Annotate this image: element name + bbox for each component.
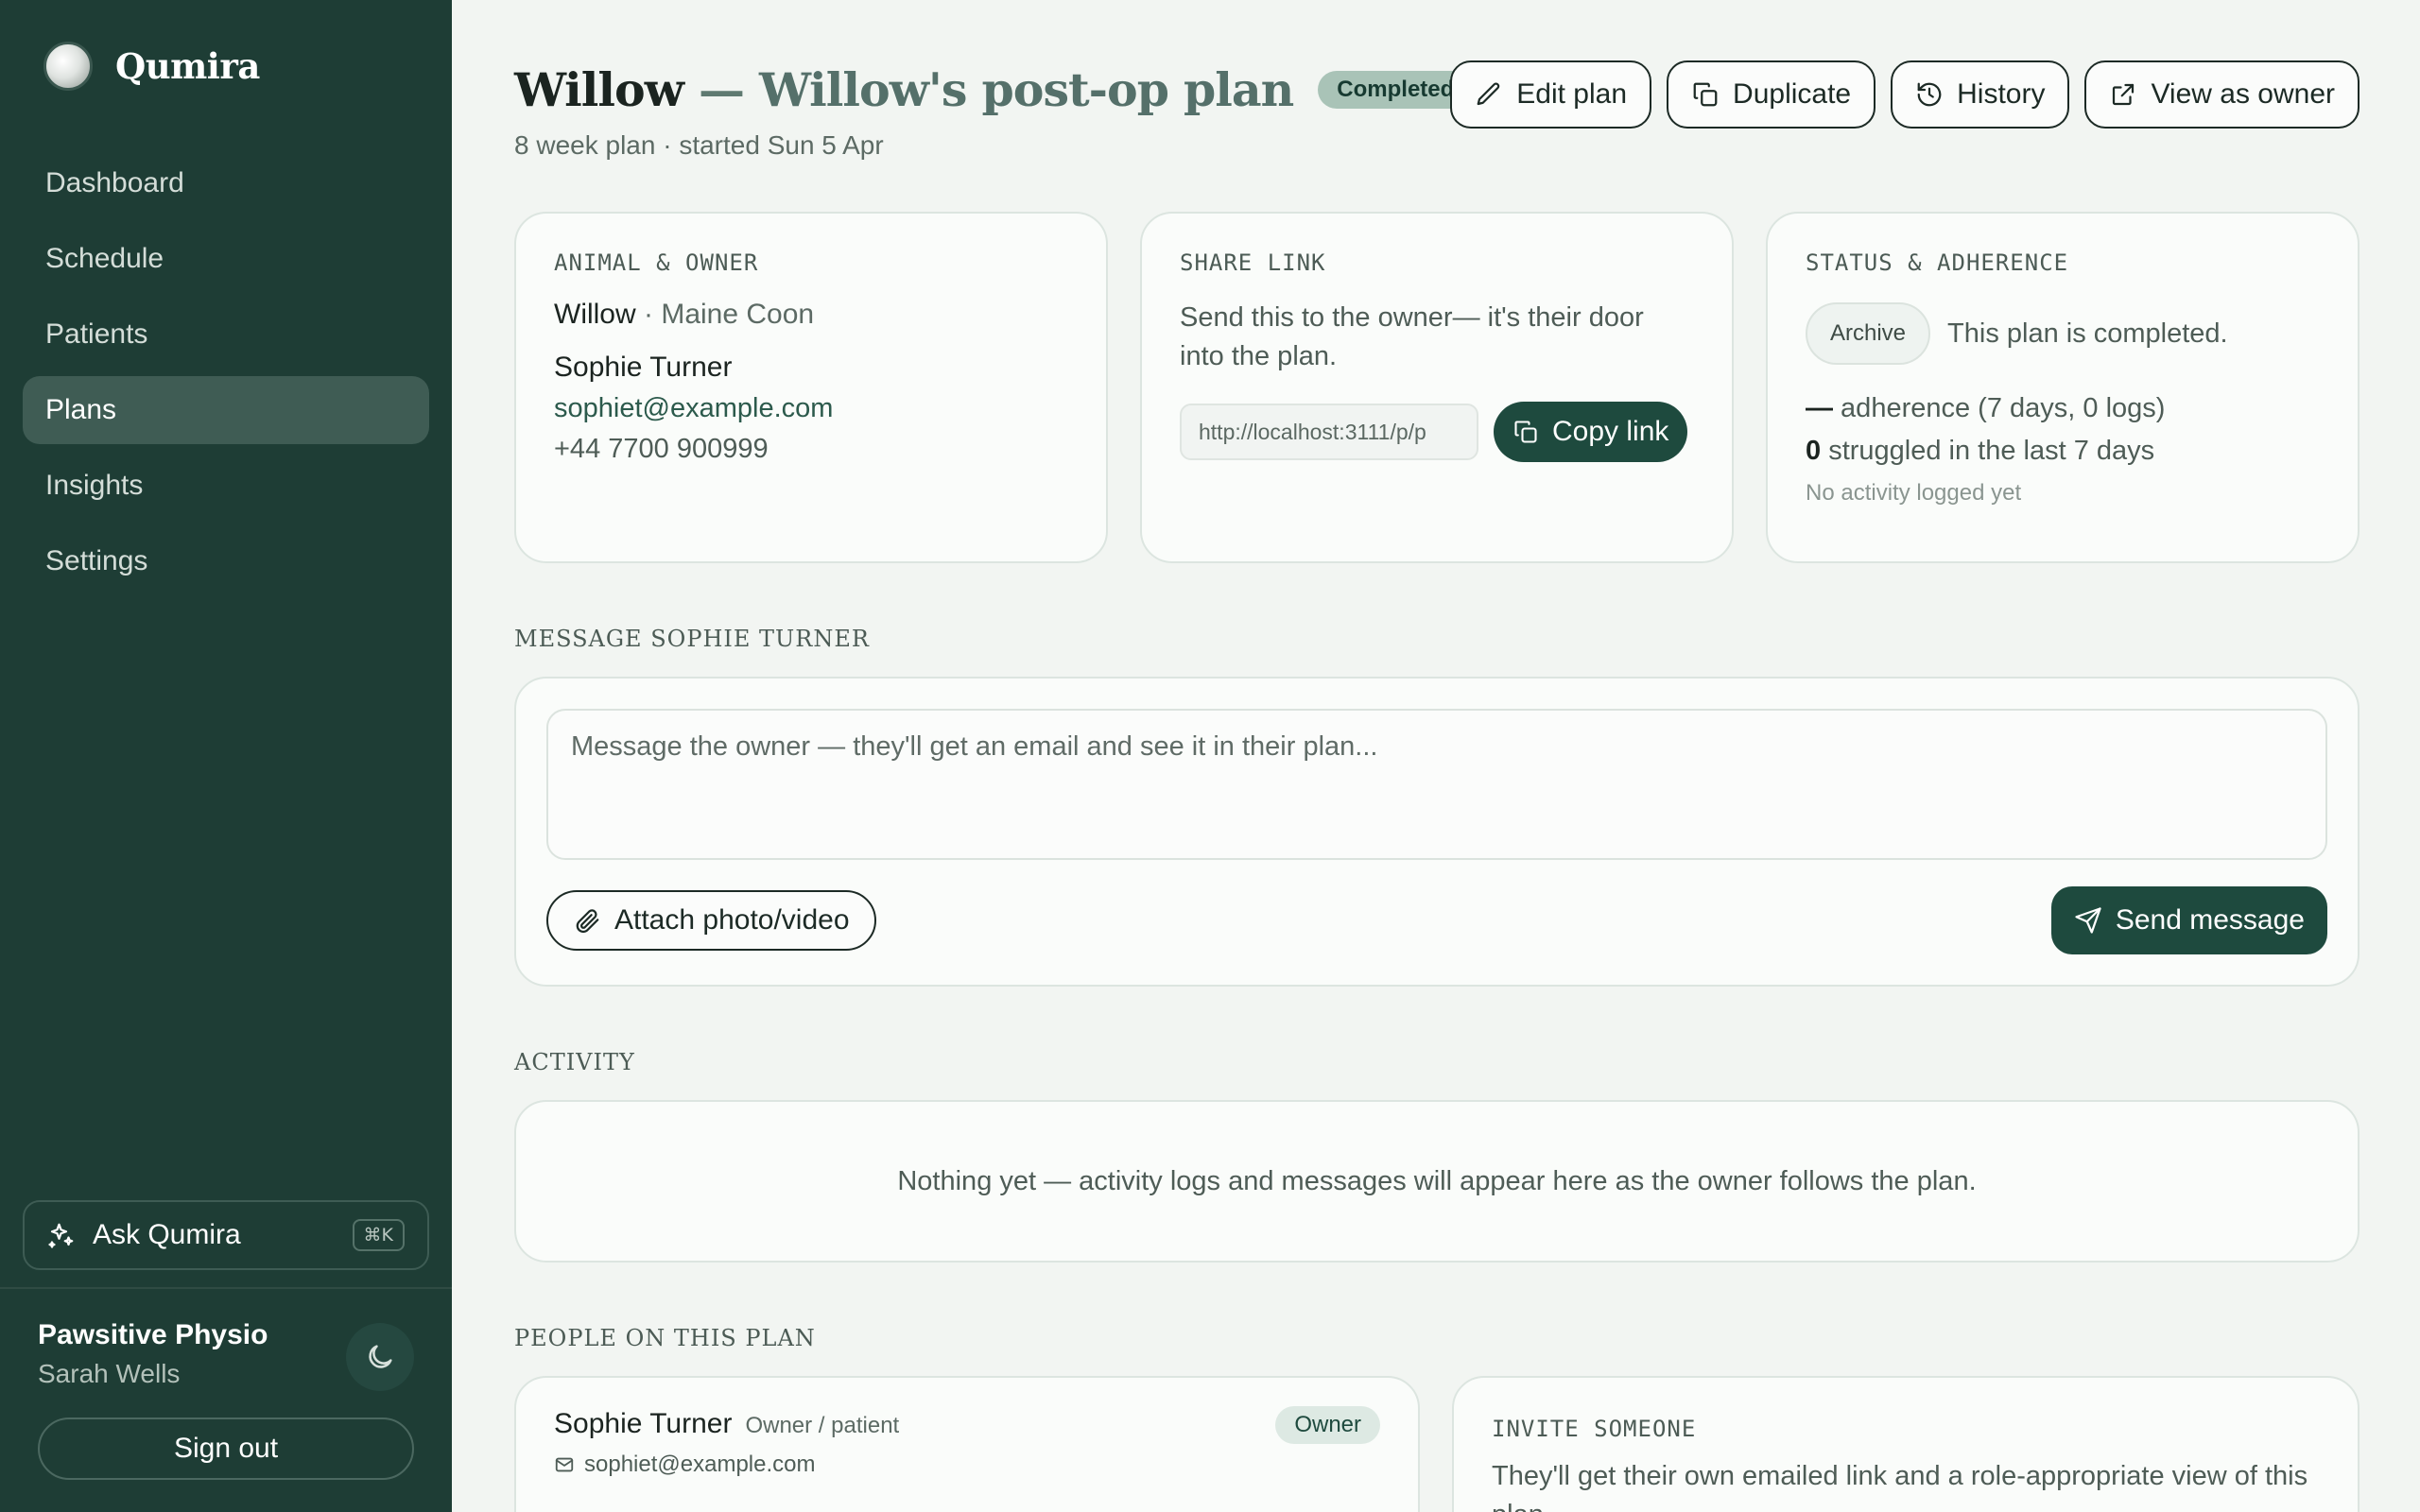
message-card: Message the owner — they'll get an email… — [514, 677, 2360, 987]
ask-shortcut-badge: ⌘K — [352, 1219, 405, 1251]
pencil-icon — [1475, 80, 1503, 109]
mail-icon — [554, 1454, 575, 1475]
owner-role-badge: Owner — [1275, 1406, 1380, 1444]
status-adherence-label: STATUS & ADHERENCE — [1806, 249, 2069, 276]
sidebar-item-dashboard[interactable]: Dashboard — [23, 149, 429, 217]
adherence-text: adherence (7 days, 0 logs) — [1833, 393, 2166, 423]
page-subtitle: 8 week plan · started Sun 5 Apr — [514, 130, 884, 160]
message-section-label: MESSAGE SOPHIE TURNER — [514, 626, 870, 652]
ask-qumira-button[interactable]: Ask Qumira ⌘K — [23, 1200, 429, 1270]
status-text: This plan is completed. — [1947, 318, 2228, 349]
sidebar-item-plans[interactable]: Plans — [23, 376, 429, 444]
struggled-value: 0 — [1806, 436, 1822, 466]
sign-out-button[interactable]: Sign out — [38, 1418, 414, 1480]
animal-owner-card: ANIMAL & OWNER Willow · Maine Coon Sophi… — [514, 212, 1108, 563]
sidebar-divider — [0, 1287, 452, 1289]
send-icon — [2074, 906, 2102, 935]
adherence-value: — — [1806, 393, 1833, 423]
message-input[interactable]: Message the owner — they'll get an email… — [546, 709, 2327, 860]
external-link-icon — [2109, 80, 2137, 109]
share-link-row: http://localhost:3111/p/p Copy link — [1180, 402, 1694, 463]
copy-icon — [1691, 80, 1720, 109]
activity-card: Nothing yet — activity logs and messages… — [514, 1100, 2360, 1263]
header-actions: Edit plan Duplicate History View as owne… — [1450, 60, 2360, 129]
sidebar-item-patients[interactable]: Patients — [23, 301, 429, 369]
page-header: Willow — Willow's post-op plan Completed — [514, 62, 1474, 117]
history-icon — [1915, 80, 1944, 109]
people-section-label: PEOPLE ON THIS PLAN — [514, 1325, 816, 1351]
person-email-text: sophiet@example.com — [584, 1452, 816, 1477]
org-name: Pawsitive Physio — [38, 1319, 268, 1350]
owner-name: Sophie Turner — [554, 352, 733, 383]
view-as-owner-button[interactable]: View as owner — [2084, 60, 2360, 129]
sparkle-icon — [47, 1221, 76, 1249]
attach-media-label: Attach photo/video — [614, 904, 850, 936]
attach-media-button[interactable]: Attach photo/video — [546, 890, 876, 951]
sidebar-item-settings[interactable]: Settings — [23, 527, 429, 595]
animal-owner-label: ANIMAL & OWNER — [554, 249, 759, 276]
activity-empty-text: Nothing yet — activity logs and messages… — [897, 1165, 1977, 1196]
duplicate-button[interactable]: Duplicate — [1667, 60, 1876, 129]
share-link-card: SHARE LINK Send this to the owner— it's … — [1140, 212, 1734, 563]
invite-label: INVITE SOMEONE — [1492, 1416, 1697, 1442]
summary-cards: ANIMAL & OWNER Willow · Maine Coon Sophi… — [514, 212, 2360, 563]
person-card: Sophie Turner Owner / patient Owner soph… — [514, 1376, 1420, 1512]
archive-button[interactable]: Archive — [1806, 302, 1931, 365]
invite-card: INVITE SOMEONE They'll get their own ema… — [1452, 1376, 2360, 1512]
title-plan-name: Willow's post-op plan — [759, 62, 1294, 117]
sidebar-item-insights[interactable]: Insights — [23, 452, 429, 520]
ask-qumira-label: Ask Qumira — [93, 1219, 241, 1250]
status-row: Archive This plan is completed. — [1806, 302, 2320, 365]
copy-link-button[interactable]: Copy link — [1494, 402, 1688, 463]
share-link-label: SHARE LINK — [1180, 249, 1326, 276]
brand-logo — [43, 42, 93, 91]
org-user: Sarah Wells — [38, 1359, 181, 1388]
sidebar-nav: Dashboard Schedule Patients Plans Insigh… — [23, 149, 429, 603]
status-adherence-card: STATUS & ADHERENCE Archive This plan is … — [1766, 212, 2360, 563]
struggled-stat: 0 struggled in the last 7 days — [1806, 436, 2320, 467]
moon-icon — [364, 1341, 396, 1373]
brand-name: Qumira — [115, 45, 260, 87]
brand[interactable]: Qumira — [43, 42, 260, 91]
person-name: Sophie Turner — [554, 1408, 733, 1439]
pet-name: Willow — [554, 299, 636, 330]
paperclip-icon — [573, 906, 601, 935]
sidebar: Qumira Dashboard Schedule Patients Plans… — [0, 0, 452, 1512]
theme-toggle-button[interactable] — [346, 1323, 414, 1391]
owner-email-link[interactable]: sophiet@example.com — [554, 393, 1068, 424]
sidebar-item-schedule[interactable]: Schedule — [23, 225, 429, 293]
struggled-text: struggled in the last 7 days — [1821, 436, 2155, 466]
no-activity-note: No activity logged yet — [1806, 480, 2022, 506]
duplicate-label: Duplicate — [1733, 78, 1852, 110]
owner-phone: +44 7700 900999 — [554, 434, 769, 464]
activity-section-label: ACTIVITY — [514, 1049, 635, 1075]
history-button[interactable]: History — [1891, 60, 2070, 129]
view-as-owner-label: View as owner — [2151, 78, 2335, 110]
org-info: Pawsitive Physio Sarah Wells — [38, 1319, 268, 1389]
copy-icon — [1512, 419, 1539, 445]
pet-breed: · Maine Coon — [635, 299, 815, 330]
person-header: Sophie Turner Owner / patient — [554, 1408, 1380, 1440]
invite-description: They'll get their own emailed link and a… — [1492, 1461, 2308, 1512]
send-message-button[interactable]: Send message — [2050, 886, 2327, 954]
share-link-description: Send this to the owner— it's their door … — [1180, 302, 1644, 371]
person-role: Owner / patient — [745, 1413, 900, 1438]
pet-info: Willow · Maine Coon — [554, 299, 1068, 331]
adherence-stat: — adherence (7 days, 0 logs) — [1806, 393, 2320, 424]
history-label: History — [1957, 78, 2046, 110]
title-pet-name: Willow — [514, 62, 684, 117]
page-title: Willow — Willow's post-op plan — [514, 62, 1294, 117]
title-separator: — — [698, 62, 745, 117]
edit-plan-button[interactable]: Edit plan — [1450, 60, 1652, 129]
send-message-label: Send message — [2115, 904, 2305, 936]
copy-link-label: Copy link — [1552, 416, 1669, 448]
edit-plan-label: Edit plan — [1516, 78, 1628, 110]
share-link-field[interactable]: http://localhost:3111/p/p — [1180, 404, 1478, 461]
person-email: sophiet@example.com — [554, 1452, 1380, 1478]
